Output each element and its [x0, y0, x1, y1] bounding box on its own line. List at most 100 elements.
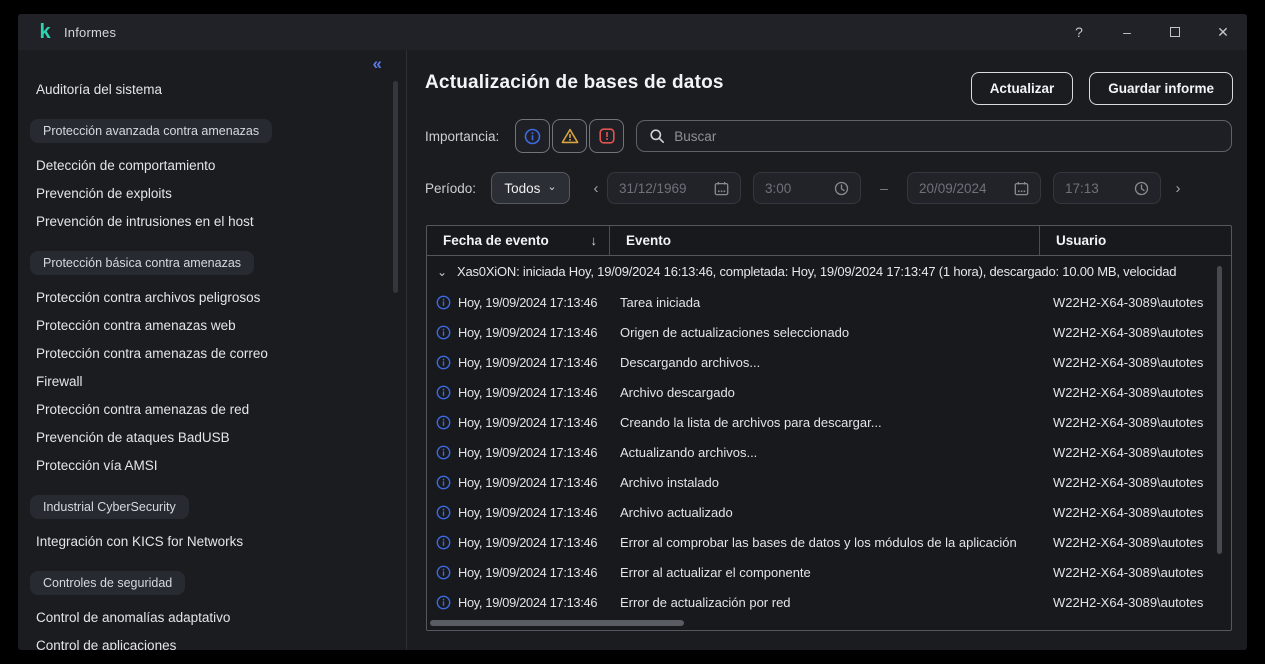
event-user: W22H2-X64-3089\autotes [1040, 475, 1231, 490]
table-horizontal-scrollbar[interactable] [430, 620, 684, 626]
table-row[interactable]: Hoy, 19/09/2024 17:13:46 Tarea iniciada … [427, 287, 1231, 317]
previous-period-icon[interactable]: ‹ [591, 180, 601, 197]
info-icon [436, 535, 451, 550]
table-row[interactable]: Hoy, 19/09/2024 17:13:46 Error al compro… [427, 527, 1231, 557]
close-icon[interactable]: ✕ [1199, 14, 1247, 50]
table-row[interactable]: Hoy, 19/09/2024 17:13:46 Origen de actua… [427, 317, 1231, 347]
sidebar-item[interactable]: Prevención de intrusiones en el host [30, 207, 376, 235]
column-header-user[interactable]: Usuario [1040, 226, 1231, 255]
importance-label: Importancia: [425, 129, 499, 144]
next-period-icon[interactable]: › [1173, 180, 1183, 197]
table-row[interactable]: Hoy, 19/09/2024 17:13:46 Error de actual… [427, 587, 1231, 617]
maximize-icon[interactable] [1151, 14, 1199, 50]
chevron-down-icon[interactable]: ⌄ [437, 265, 457, 279]
event-date: Hoy, 19/09/2024 17:13:46 [458, 445, 597, 460]
event-date: Hoy, 19/09/2024 17:13:46 [458, 565, 597, 580]
table-row[interactable]: Hoy, 19/09/2024 17:13:46 Archivo instala… [427, 467, 1231, 497]
event-user: W22H2-X64-3089\autotes [1040, 595, 1231, 610]
sidebar-item: Industrial CyberSecurity [30, 495, 376, 519]
search-input[interactable] [674, 129, 1219, 144]
app-window: k Informes ? – ✕ « Auditoría del sistema… [18, 14, 1247, 650]
event-text: Error al comprobar las bases de datos y … [610, 535, 1040, 550]
warning-icon [561, 128, 579, 144]
sidebar-item[interactable]: Protección vía AMSI [30, 451, 376, 479]
sidebar-item: Controles de seguridad [30, 571, 376, 595]
sidebar-item[interactable]: Firewall [30, 367, 376, 395]
calendar-icon [714, 181, 729, 196]
sidebar-item[interactable]: Control de aplicaciones [30, 631, 376, 650]
event-date: Hoy, 19/09/2024 17:13:46 [458, 415, 597, 430]
table-row[interactable]: Hoy, 19/09/2024 17:13:46 Descargando arc… [427, 347, 1231, 377]
event-user: W22H2-X64-3089\autotes [1040, 355, 1231, 370]
sort-descending-icon[interactable]: ↓ [591, 233, 598, 248]
event-user: W22H2-X64-3089\autotes [1040, 535, 1231, 550]
sidebar-item[interactable]: Prevención de exploits [30, 179, 376, 207]
event-text: Archivo instalado [610, 475, 1040, 490]
sidebar-item[interactable]: Protección contra amenazas de correo [30, 339, 376, 367]
info-icon [436, 445, 451, 460]
range-separator: – [873, 180, 895, 196]
sidebar-item[interactable]: Control de anomalías adaptativo [30, 603, 376, 631]
sidebar-item[interactable]: Protección contra amenazas web [30, 311, 376, 339]
filter-info-button[interactable] [515, 119, 550, 153]
table-row[interactable]: Hoy, 19/09/2024 17:13:46 Actualizando ar… [427, 437, 1231, 467]
event-text: Creando la lista de archivos para descar… [610, 415, 1040, 430]
group-summary: Xas0XiON: iniciada Hoy, 19/09/2024 16:13… [457, 264, 1176, 279]
collapse-sidebar-icon[interactable]: « [373, 54, 382, 74]
info-icon [436, 475, 451, 490]
info-icon [436, 385, 451, 400]
event-date: Hoy, 19/09/2024 17:13:46 [458, 535, 597, 550]
save-report-button[interactable]: Guardar informe [1089, 72, 1233, 105]
page-title: Actualización de bases de datos [425, 72, 724, 94]
event-user: W22H2-X64-3089\autotes [1040, 325, 1231, 340]
column-header-event[interactable]: Evento [610, 226, 1040, 255]
filter-warning-button[interactable] [552, 119, 587, 153]
event-text: Archivo descargado [610, 385, 1040, 400]
event-user: W22H2-X64-3089\autotes [1040, 445, 1231, 460]
critical-icon [599, 128, 615, 144]
table-row[interactable]: Hoy, 19/09/2024 17:13:46 Archivo actuali… [427, 497, 1231, 527]
table-row[interactable]: Hoy, 19/09/2024 17:13:46 Creando la list… [427, 407, 1231, 437]
clock-icon [1134, 181, 1149, 196]
table-body: Hoy, 19/09/2024 17:13:46 Tarea iniciada … [427, 287, 1231, 617]
table-row[interactable]: Hoy, 19/09/2024 17:13:46 Error al actual… [427, 557, 1231, 587]
refresh-button[interactable]: Actualizar [971, 72, 1074, 105]
time-to-field[interactable]: 17:13 [1053, 172, 1161, 204]
event-text: Error al actualizar el componente [610, 565, 1040, 580]
title-bar: k Informes ? – ✕ [18, 14, 1247, 50]
sidebar-item[interactable]: Integración con KICS for Networks [30, 527, 376, 555]
calendar-icon [1014, 181, 1029, 196]
sidebar-item[interactable]: Prevención de ataques BadUSB [30, 423, 376, 451]
event-user: W22H2-X64-3089\autotes [1040, 415, 1231, 430]
info-icon [436, 595, 451, 610]
event-text: Descargando archivos... [610, 355, 1040, 370]
event-date: Hoy, 19/09/2024 17:13:46 [458, 385, 597, 400]
sidebar-item[interactable]: Protección contra archivos peligrosos [30, 283, 376, 311]
sidebar-item[interactable]: Detección de comportamiento [30, 151, 376, 179]
sidebar-scrollbar[interactable] [393, 81, 398, 293]
date-from-field[interactable]: 31/12/1969 [607, 172, 741, 204]
date-to-field[interactable]: 20/09/2024 [907, 172, 1041, 204]
sidebar-item[interactable]: Auditoría del sistema [30, 75, 376, 103]
sidebar-item: Protección básica contra amenazas [30, 251, 376, 275]
event-text: Error de actualización por red [610, 595, 1040, 610]
period-dropdown[interactable]: Todos ⌄ [491, 172, 570, 204]
group-row[interactable]: ⌄ Xas0XiON: iniciada Hoy, 19/09/2024 16:… [427, 256, 1231, 287]
filter-critical-button[interactable] [589, 119, 624, 153]
event-date: Hoy, 19/09/2024 17:13:46 [458, 475, 597, 490]
sidebar-item: Protección avanzada contra amenazas [30, 119, 376, 143]
column-header-date[interactable]: Fecha de evento ↓ [427, 226, 610, 255]
event-text: Tarea iniciada [610, 295, 1040, 310]
info-icon [436, 505, 451, 520]
event-date: Hoy, 19/09/2024 17:13:46 [458, 595, 597, 610]
event-text: Archivo actualizado [610, 505, 1040, 520]
event-date: Hoy, 19/09/2024 17:13:46 [458, 325, 597, 340]
sidebar-item[interactable]: Protección contra amenazas de red [30, 395, 376, 423]
search-box [636, 120, 1232, 152]
table-vertical-scrollbar[interactable] [1217, 266, 1222, 554]
event-date: Hoy, 19/09/2024 17:13:46 [458, 505, 597, 520]
table-row[interactable]: Hoy, 19/09/2024 17:13:46 Archivo descarg… [427, 377, 1231, 407]
time-from-field[interactable]: 3:00 [753, 172, 861, 204]
minimize-icon[interactable]: – [1103, 14, 1151, 50]
help-icon[interactable]: ? [1055, 14, 1103, 50]
